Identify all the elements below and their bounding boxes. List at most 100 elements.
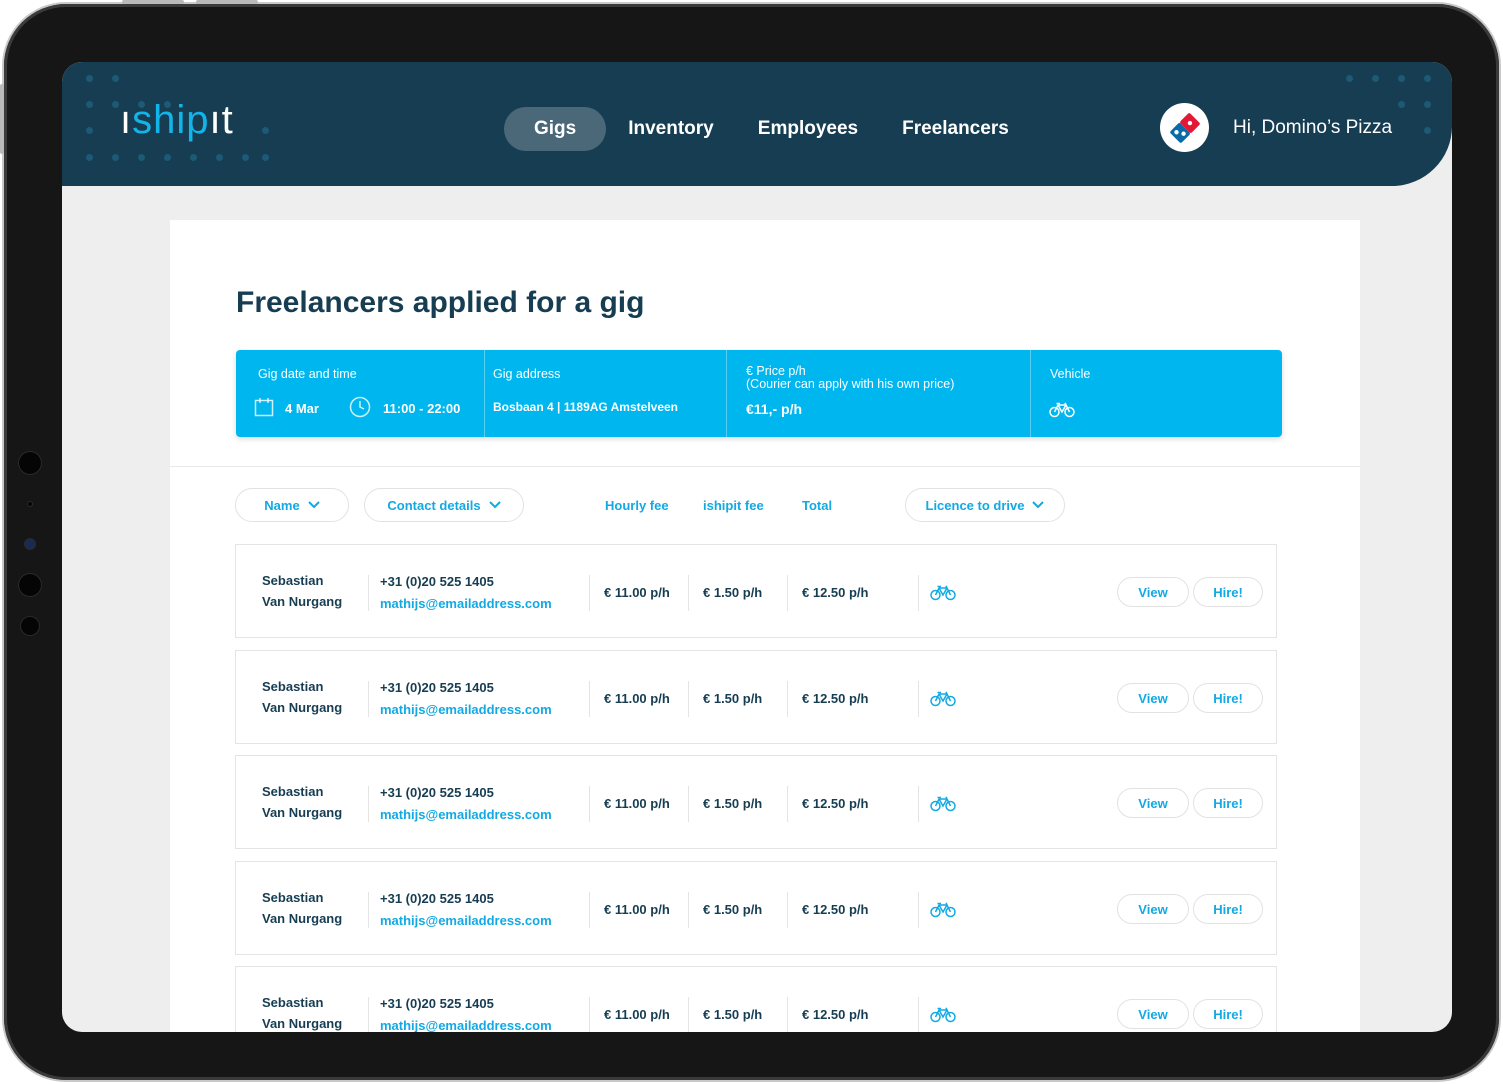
chevron-down-icon [1032, 501, 1045, 509]
gig-address-value: Bosbaan 4 | 1189AG Amstelveen [493, 400, 678, 414]
divider [918, 575, 919, 611]
licence-filter[interactable]: Licence to drive [905, 488, 1065, 522]
freelancer-email[interactable]: mathijs@emailaddress.com [380, 913, 552, 928]
divider [787, 575, 788, 611]
freelancer-phone[interactable]: +31 (0)20 525 1405 [380, 996, 494, 1011]
ishipit-fee-value: € 1.50 p/h [703, 691, 763, 706]
view-button[interactable]: View [1117, 999, 1189, 1029]
divider [170, 466, 1360, 467]
gig-price-note: (Courier can apply with his own price) [746, 377, 955, 391]
name-filter-label: Name [264, 497, 300, 513]
decorative-dot [216, 154, 223, 161]
view-button[interactable]: View [1117, 788, 1189, 818]
hire-button[interactable]: Hire! [1193, 683, 1263, 713]
hourly-fee-value: € 11.00 p/h [604, 1007, 670, 1022]
sensor-icon [21, 617, 39, 635]
decorative-dot [112, 154, 119, 161]
freelancer-phone[interactable]: +31 (0)20 525 1405 [380, 891, 494, 906]
freelancer-email[interactable]: mathijs@emailaddress.com [380, 596, 552, 611]
freelancer-last-name: Van Nurgang [262, 1016, 343, 1031]
divider [368, 997, 369, 1032]
sensor-icon [19, 452, 41, 474]
hire-button[interactable]: Hire! [1193, 788, 1263, 818]
hourly-fee-header[interactable]: Hourly fee [605, 498, 669, 513]
tablet-frame: ıshipıt Gigs Inventory Employees Freelan… [0, 0, 1499, 1080]
gig-datetime: Gig date and time 4 Mar 11:00 - 22:00 [236, 350, 484, 437]
decorative-dot [190, 154, 197, 161]
total-value: € 12.50 p/h [802, 796, 869, 811]
gig-price-label: € Price p/h [746, 364, 806, 378]
contact-filter[interactable]: Contact details [364, 488, 524, 522]
freelancer-first-name: Sebastian [262, 679, 324, 694]
main-nav: Gigs Inventory Employees Freelancers [504, 107, 1031, 151]
divider [918, 892, 919, 928]
decorative-dot [112, 101, 119, 108]
decorative-dot [1424, 101, 1431, 108]
freelancer-first-name: Sebastian [262, 995, 324, 1010]
table-row: Sebastian Van Nurgang +31 (0)20 525 1405 ma… [235, 966, 1277, 1032]
view-button[interactable]: View [1117, 894, 1189, 924]
divider [918, 681, 919, 717]
name-filter[interactable]: Name [235, 488, 349, 522]
divider [589, 786, 590, 822]
nav-inventory[interactable]: Inventory [606, 107, 736, 151]
chevron-down-icon [488, 501, 501, 509]
decorative-dot [138, 154, 145, 161]
gig-price-value: €11,- p/h [746, 401, 803, 417]
logo-part: ship [132, 98, 210, 142]
table-row: Sebastian Van Nurgang +31 (0)20 525 1405 ma… [235, 544, 1277, 638]
total-value: € 12.50 p/h [802, 691, 869, 706]
ishipit-fee-header[interactable]: ishipit fee [703, 498, 764, 513]
gig-address: Gig address Bosbaan 4 | 1189AG Amstelvee… [484, 350, 727, 437]
gig-datetime-label: Gig date and time [258, 367, 357, 381]
ishipit-fee-value: € 1.50 p/h [703, 902, 763, 917]
divider [589, 575, 590, 611]
freelancer-last-name: Van Nurgang [262, 805, 343, 820]
total-header[interactable]: Total [802, 498, 832, 513]
licence-filter-label: Licence to drive [925, 497, 1025, 513]
screen: ıshipıt Gigs Inventory Employees Freelan… [62, 62, 1452, 1032]
bicycle-icon [1049, 402, 1075, 423]
decorative-dot [86, 75, 93, 82]
nav-freelancers[interactable]: Freelancers [880, 107, 1031, 151]
nav-gigs[interactable]: Gigs [504, 107, 607, 151]
divider [688, 997, 689, 1032]
ishipit-logo[interactable]: ıshipıt [120, 98, 234, 143]
gig-date: 4 Mar [285, 401, 319, 416]
divider [688, 575, 689, 611]
decorative-dot [86, 101, 93, 108]
bicycle-icon [930, 691, 956, 712]
user-greeting: Hi, Domino’s Pizza [1233, 117, 1393, 138]
gig-address-label: Gig address [493, 367, 561, 381]
hire-button[interactable]: Hire! [1193, 577, 1263, 607]
divider [688, 681, 689, 717]
hire-button[interactable]: Hire! [1193, 999, 1263, 1029]
freelancer-last-name: Van Nurgang [262, 700, 343, 715]
freelancer-last-name: Van Nurgang [262, 594, 343, 609]
decorative-dot [1372, 75, 1379, 82]
total-value: € 12.50 p/h [802, 902, 869, 917]
avatar[interactable] [1160, 103, 1209, 152]
gig-info-bar: Gig date and time 4 Mar 11:00 - 22:00 Gi… [236, 350, 1282, 437]
volume-button [196, 0, 258, 4]
decorative-dot [86, 127, 93, 134]
ishipit-fee-value: € 1.50 p/h [703, 585, 763, 600]
freelancer-email[interactable]: mathijs@emailaddress.com [380, 807, 552, 822]
freelancer-email[interactable]: mathijs@emailaddress.com [380, 702, 552, 717]
clock-icon [349, 396, 371, 418]
gig-price: € Price p/h (Courier can apply with his … [726, 350, 1031, 437]
freelancer-email[interactable]: mathijs@emailaddress.com [380, 1018, 552, 1032]
divider [787, 997, 788, 1032]
table-row: Sebastian Van Nurgang +31 (0)20 525 1405 ma… [235, 861, 1277, 955]
view-button[interactable]: View [1117, 577, 1189, 607]
hire-button[interactable]: Hire! [1193, 894, 1263, 924]
freelancer-phone[interactable]: +31 (0)20 525 1405 [380, 680, 494, 695]
volume-button [122, 0, 184, 4]
decorative-dot [1346, 75, 1353, 82]
freelancer-phone[interactable]: +31 (0)20 525 1405 [380, 574, 494, 589]
content-card: Freelancers applied for a gig Gig date a… [170, 220, 1360, 1032]
freelancer-first-name: Sebastian [262, 573, 324, 588]
view-button[interactable]: View [1117, 683, 1189, 713]
freelancer-phone[interactable]: +31 (0)20 525 1405 [380, 785, 494, 800]
nav-employees[interactable]: Employees [736, 107, 880, 151]
